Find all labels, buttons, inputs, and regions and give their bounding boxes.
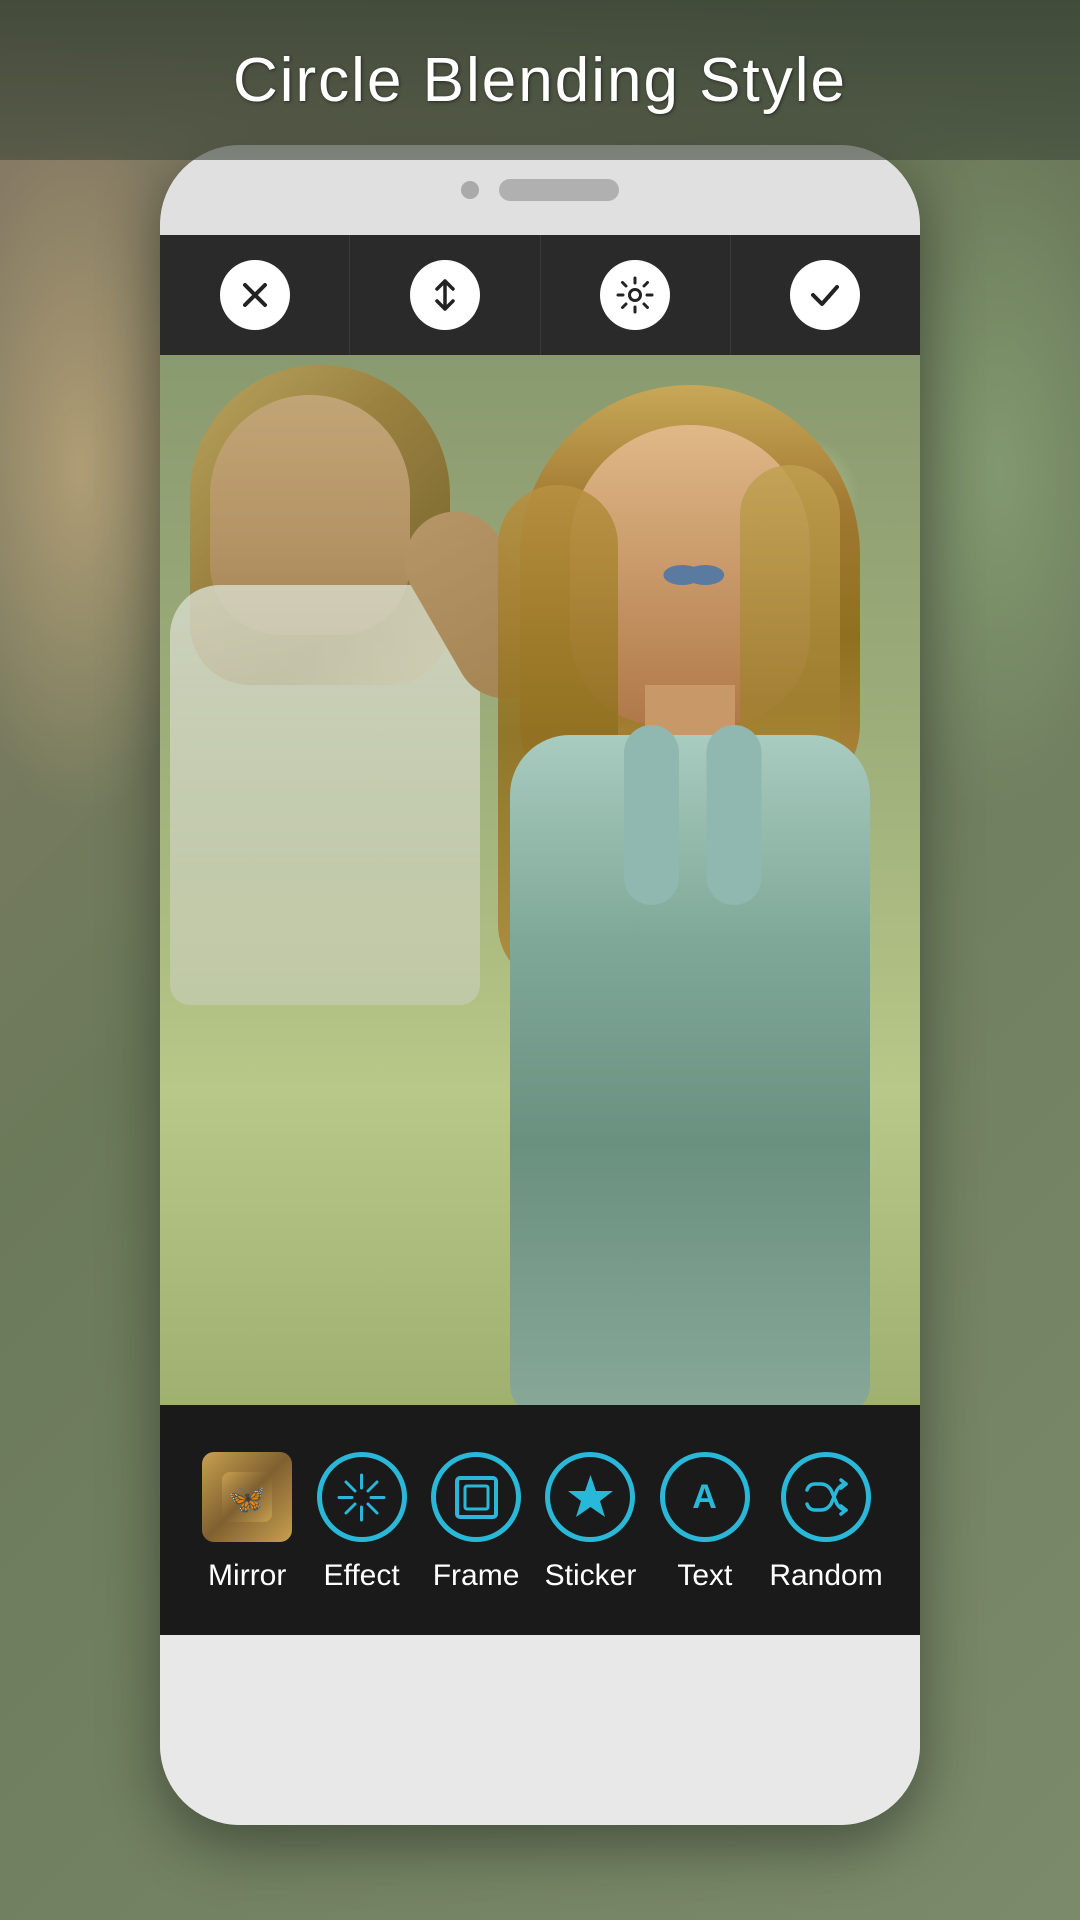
random-icon-wrap bbox=[776, 1447, 876, 1547]
mirror-icon-wrap: 🦋 bbox=[197, 1447, 297, 1547]
person-main bbox=[440, 385, 920, 1405]
swap-icon bbox=[410, 260, 480, 330]
front-camera bbox=[461, 181, 479, 199]
random-icon bbox=[781, 1452, 871, 1542]
tool-effect[interactable]: Effect bbox=[312, 1447, 412, 1593]
settings-button[interactable] bbox=[541, 235, 731, 355]
tool-text[interactable]: A Text bbox=[655, 1447, 755, 1593]
phone-bottom bbox=[160, 1635, 920, 1825]
bottom-toolbar: 🦋 Mirror bbox=[160, 1405, 920, 1635]
effect-icon bbox=[317, 1452, 407, 1542]
settings-icon bbox=[600, 260, 670, 330]
tool-random[interactable]: Random bbox=[769, 1447, 882, 1593]
speaker-grill bbox=[499, 179, 619, 201]
strap-left bbox=[624, 725, 679, 905]
strap-right bbox=[707, 725, 762, 905]
close-button[interactable] bbox=[160, 235, 350, 355]
main-clothing bbox=[510, 735, 870, 1405]
frame-icon bbox=[431, 1452, 521, 1542]
sticker-icon-wrap bbox=[540, 1447, 640, 1547]
frame-icon-wrap bbox=[426, 1447, 526, 1547]
tool-mirror[interactable]: 🦋 Mirror bbox=[197, 1447, 297, 1593]
effect-icon-wrap bbox=[312, 1447, 412, 1547]
close-icon bbox=[220, 260, 290, 330]
tool-sticker[interactable]: Sticker bbox=[540, 1447, 640, 1593]
secondary-body bbox=[170, 585, 480, 1005]
sticker-icon bbox=[545, 1452, 635, 1542]
photo-canvas[interactable] bbox=[160, 355, 920, 1405]
confirm-icon bbox=[790, 260, 860, 330]
mirror-label: Mirror bbox=[208, 1559, 286, 1593]
text-icon: A bbox=[660, 1452, 750, 1542]
effect-label: Effect bbox=[324, 1559, 400, 1593]
random-label: Random bbox=[769, 1559, 882, 1593]
swap-button[interactable] bbox=[350, 235, 540, 355]
text-label: Text bbox=[677, 1559, 732, 1593]
main-eye-right bbox=[686, 565, 724, 585]
svg-text:A: A bbox=[693, 1478, 718, 1516]
mirror-icon: 🦋 bbox=[202, 1452, 292, 1542]
page-title: Circle Blending Style bbox=[233, 45, 847, 116]
tool-frame[interactable]: Frame bbox=[426, 1447, 526, 1593]
frame-label: Frame bbox=[433, 1559, 520, 1593]
title-area: Circle Blending Style bbox=[0, 0, 1080, 160]
confirm-button[interactable] bbox=[731, 235, 920, 355]
sticker-label: Sticker bbox=[545, 1559, 637, 1593]
action-toolbar bbox=[160, 235, 920, 355]
text-icon-wrap: A bbox=[655, 1447, 755, 1547]
phone-frame: 🦋 Mirror bbox=[160, 145, 920, 1825]
svg-text:🦋: 🦋 bbox=[229, 1483, 266, 1516]
